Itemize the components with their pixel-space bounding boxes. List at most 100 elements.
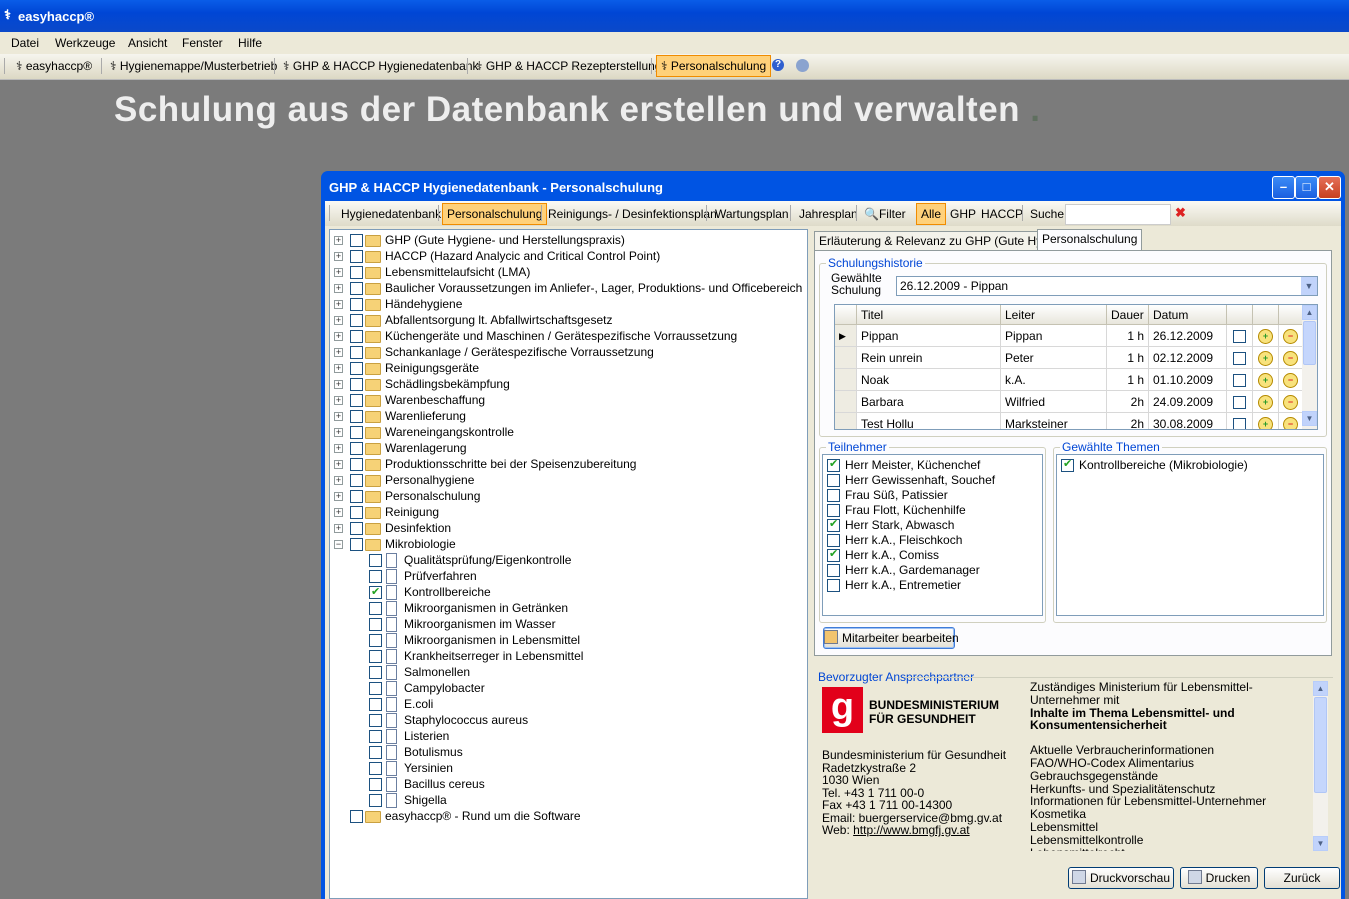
tree-node-checkbox[interactable] (350, 314, 363, 327)
list-item-checkbox[interactable] (827, 547, 840, 562)
tree-node[interactable]: + Desinfektion (330, 520, 800, 536)
grid-cell-datum[interactable]: 02.12.2009 (1149, 347, 1227, 369)
tree-node-checkbox[interactable] (369, 618, 382, 631)
grid-cell-leiter[interactable]: Wilfried (1001, 391, 1107, 413)
wtb-reinigungsplan[interactable]: Reinigungs- / Desinfektionsplan (544, 205, 721, 223)
tree-node[interactable]: + Schädlingsbekämpfung (330, 376, 800, 392)
tree-node[interactable]: + Abfallentsorgung lt. Abfallwirtschaftsg… (330, 312, 800, 328)
tree-node-checkbox[interactable] (369, 746, 382, 759)
tree-child-node[interactable]: Krankheitserreger in Lebensmittel (330, 648, 800, 664)
tree-child-node[interactable]: Qualitätsprüfung/Eigenkontrolle (330, 552, 800, 568)
grid-cell-datum[interactable]: 24.09.2009 (1149, 391, 1227, 413)
tree-node[interactable]: − Mikrobiologie (330, 536, 800, 552)
grid-cell-datum[interactable]: 30.08.2009 (1149, 413, 1227, 429)
row-checkbox[interactable] (1233, 374, 1246, 387)
expand-icon[interactable]: + (334, 412, 343, 421)
tree-node[interactable]: + Reinigungsgeräte (330, 360, 800, 376)
expand-icon[interactable]: + (334, 396, 343, 405)
tree-node-checkbox[interactable] (350, 458, 363, 471)
tree-node[interactable]: + Wareneingangskontrolle (330, 424, 800, 440)
tree-node[interactable]: + GHP (Gute Hygiene- und Herstellungsprax… (330, 232, 800, 248)
tree-node-checkbox[interactable] (369, 762, 382, 775)
tree-node-checkbox[interactable] (369, 650, 382, 663)
grid-cell-leiter[interactable]: k.A. (1001, 369, 1107, 391)
collapse-icon[interactable]: − (334, 540, 343, 549)
remove-training-icon[interactable]: − (1283, 395, 1298, 410)
row-selector[interactable] (835, 369, 857, 391)
tree-node-checkbox[interactable] (350, 362, 363, 375)
tree-node-checkbox[interactable] (369, 570, 382, 583)
tree-node[interactable]: + HACCP (Hazard Analycic and Critical Con… (330, 248, 800, 264)
help-icon[interactable]: ? (772, 59, 784, 71)
tree-node-checkbox[interactable] (350, 506, 363, 519)
tree-node-checkbox[interactable] (350, 810, 363, 823)
maximize-button[interactable]: □ (1295, 176, 1318, 199)
grid-column-header[interactable]: Dauer (1107, 305, 1149, 325)
wtb-wartungsplan[interactable]: Wartungsplan (711, 205, 793, 223)
add-training-icon[interactable]: + (1258, 395, 1273, 410)
expand-icon[interactable]: + (334, 300, 343, 309)
tree-node-checkbox[interactable] (350, 250, 363, 263)
tree-child-node[interactable]: Prüfverfahren (330, 568, 800, 584)
menu-datei[interactable]: Datei (11, 36, 39, 50)
expand-icon[interactable]: + (334, 428, 343, 437)
remove-training-icon[interactable]: − (1283, 417, 1298, 429)
grid-column-header[interactable] (835, 305, 857, 325)
tree-child-node[interactable]: Listerien (330, 728, 800, 744)
grid-column-header[interactable]: Leiter (1001, 305, 1107, 325)
tree-child-node[interactable]: Mikroorganismen in Lebensmittel (330, 632, 800, 648)
tree-node-checkbox[interactable] (369, 698, 382, 711)
tree-child-node[interactable]: Kontrollbereiche (330, 584, 800, 600)
grid-cell-leiter[interactable]: Pippan (1001, 325, 1107, 347)
tree-node-checkbox[interactable] (369, 584, 382, 600)
tree-child-node[interactable]: Mikroorganismen im Wasser (330, 616, 800, 632)
list-item-checkbox[interactable] (827, 474, 840, 487)
remove-training-icon[interactable]: − (1283, 329, 1298, 344)
tree-node[interactable]: + Warenlagerung (330, 440, 800, 456)
tree-child-node[interactable]: Botulismus (330, 744, 800, 760)
tree-node[interactable]: + Reinigung (330, 504, 800, 520)
tree-node-checkbox[interactable] (369, 794, 382, 807)
tree-child-node[interactable]: Staphylococcus aureus (330, 712, 800, 728)
tree-node[interactable]: + Händehygiene (330, 296, 800, 312)
grid-cell-leiter[interactable]: Peter (1001, 347, 1107, 369)
tree-node[interactable]: + Warenlieferung (330, 408, 800, 424)
search-input[interactable] (1065, 204, 1171, 225)
tree-node[interactable]: + Schankanlage / Gerätespezifische Vorrau… (330, 344, 800, 360)
row-selector[interactable]: ▶ (835, 325, 857, 347)
wtb-haccp[interactable]: HACCP (977, 205, 1027, 223)
tree-node-checkbox[interactable] (350, 346, 363, 359)
minimize-button[interactable]: – (1272, 176, 1295, 199)
tree-node-checkbox[interactable] (350, 442, 363, 455)
remove-training-icon[interactable]: − (1283, 373, 1298, 388)
tree-child-node[interactable]: E.coli (330, 696, 800, 712)
toolbar-personalschulung[interactable]: ⚕ Personalschulung (656, 55, 772, 77)
print-button[interactable]: Drucken (1180, 867, 1258, 889)
expand-icon[interactable]: + (334, 364, 343, 373)
tree-child-node[interactable]: Campylobacter (330, 680, 800, 696)
grid-column-header[interactable]: Datum (1149, 305, 1227, 325)
grid-column-header[interactable]: Titel (857, 305, 1001, 325)
tree-node[interactable]: + Personalschulung (330, 488, 800, 504)
expand-icon[interactable]: + (334, 508, 343, 517)
back-button[interactable]: Zurück (1264, 867, 1340, 889)
grid-cell-titel[interactable]: Pippan (857, 325, 1001, 347)
topic-tree[interactable]: + GHP (Gute Hygiene- und Herstellungsprax… (329, 229, 808, 899)
tree-node-checkbox[interactable] (350, 330, 363, 343)
tree-node-checkbox[interactable] (350, 394, 363, 407)
wtb-alle[interactable]: Alle (916, 203, 947, 225)
menu-ansicht[interactable]: Ansicht (128, 36, 167, 50)
expand-icon[interactable]: + (334, 284, 343, 293)
tree-node-checkbox[interactable] (350, 426, 363, 439)
list-item-checkbox[interactable] (827, 489, 840, 502)
tree-child-node[interactable]: Salmonellen (330, 664, 800, 680)
expand-icon[interactable]: + (334, 332, 343, 341)
grid-cell-titel[interactable]: Test Hollu (857, 413, 1001, 429)
grid-cell-dauer[interactable]: 1 h (1107, 325, 1149, 347)
grid-cell-dauer[interactable]: 2h (1107, 413, 1149, 429)
expand-icon[interactable]: + (334, 492, 343, 501)
menu-hilfe[interactable]: Hilfe (238, 36, 262, 50)
tree-node[interactable]: + Produktionsschritte bei der Speisenzube… (330, 456, 800, 472)
expand-icon[interactable]: + (334, 444, 343, 453)
list-item-checkbox[interactable] (827, 534, 840, 547)
